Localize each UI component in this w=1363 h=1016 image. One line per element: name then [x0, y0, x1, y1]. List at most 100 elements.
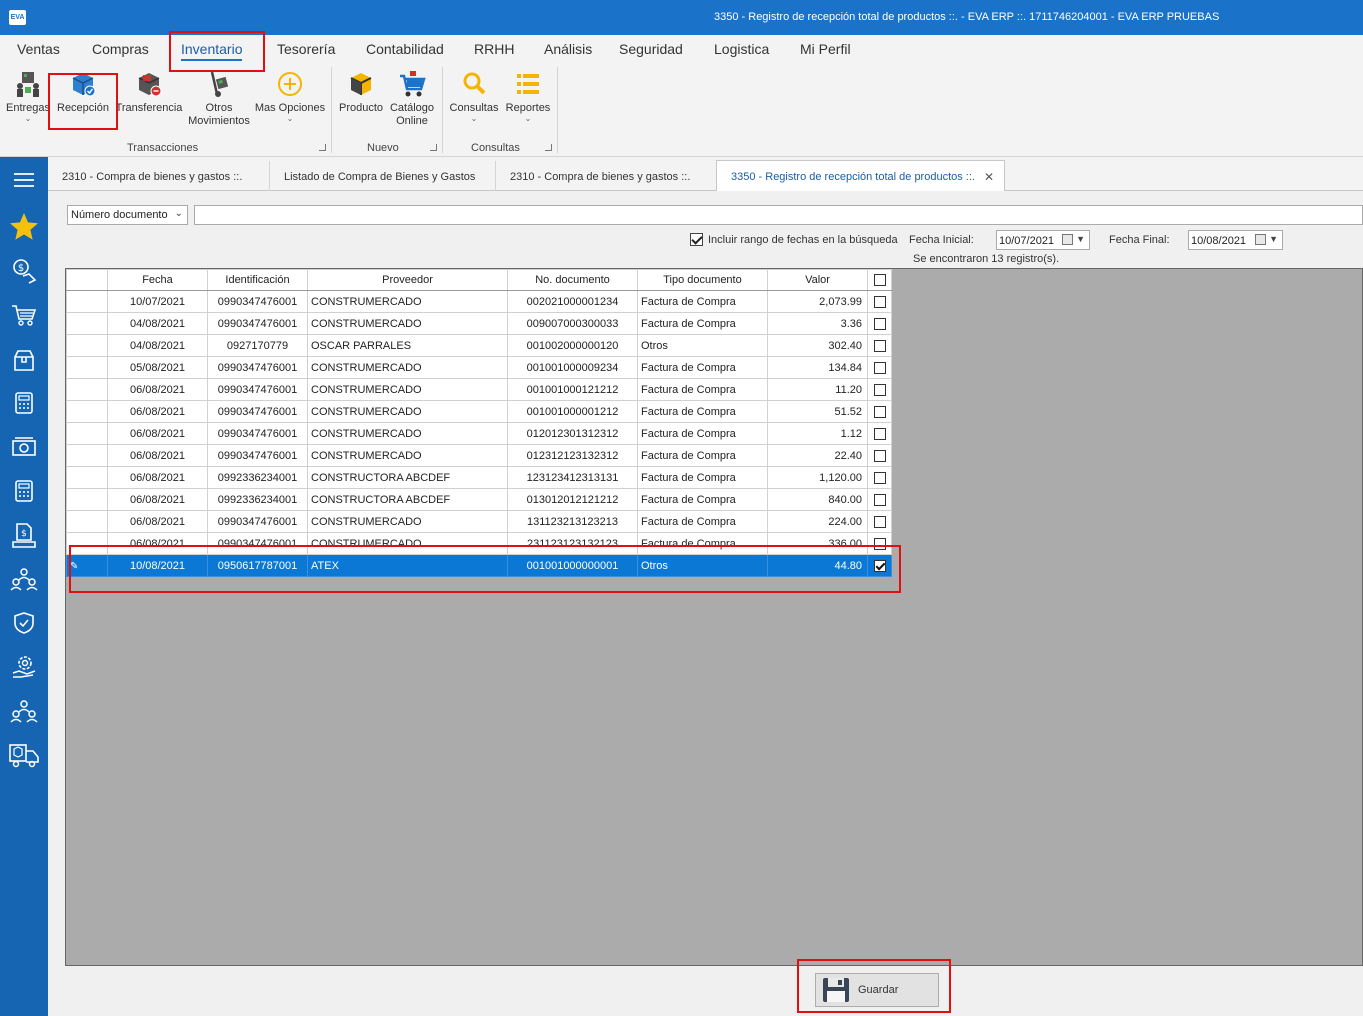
row-checkbox[interactable]: [873, 317, 886, 330]
cell-tipo-documento: Factura de Compra: [637, 378, 768, 401]
search-field-select[interactable]: Número documento ⌄: [67, 205, 188, 225]
sidebar-item-seguridad[interactable]: [0, 605, 48, 641]
group-label-transacciones: Transacciones: [127, 142, 199, 154]
row-checkbox[interactable]: [873, 449, 886, 462]
column-header-select-all[interactable]: [867, 269, 892, 291]
sidebar-item-caja[interactable]: [0, 429, 48, 465]
cell-identificacion: 0990347476001: [207, 290, 308, 313]
mas-opciones-button[interactable]: Mas Opciones ⌄: [254, 69, 326, 123]
fecha-final-picker[interactable]: 10/08/2021 ▼: [1188, 230, 1283, 250]
menu-tesoreria[interactable]: Tesorería: [277, 41, 335, 57]
sidebar-item-ventas[interactable]: $: [0, 253, 48, 289]
tab-registro-recepcion[interactable]: 3350 - Registro de recepción total de pr…: [716, 160, 1005, 192]
reportes-button[interactable]: Reportes ⌄: [502, 69, 554, 123]
hamburger-menu-button[interactable]: [0, 162, 48, 198]
include-date-range-checkbox[interactable]: [690, 233, 703, 246]
row-checkbox[interactable]: [873, 493, 886, 506]
row-checkbox[interactable]: [873, 515, 886, 528]
transferencia-button[interactable]: Transferencia: [115, 69, 183, 115]
cell-identificacion: 0990347476001: [207, 510, 308, 533]
column-header-identificacion[interactable]: Identificación: [207, 269, 308, 291]
column-header-valor[interactable]: Valor: [767, 269, 868, 291]
row-checkbox[interactable]: [873, 339, 886, 352]
column-header-tipo-documento[interactable]: Tipo documento: [637, 269, 768, 291]
sidebar-item-organizacion[interactable]: [0, 693, 48, 729]
row-checkbox[interactable]: [873, 383, 886, 396]
cell-no-documento: 002021000001234: [507, 290, 638, 313]
table-row[interactable]: 05/08/2021 0990347476001 CONSTRUMERCADO 001…: [66, 356, 892, 379]
row-checkbox[interactable]: [873, 295, 886, 308]
table-row[interactable]: 06/08/2021 0992336234001 CONSTRUCTORA ABCD…: [66, 488, 892, 511]
entregas-button[interactable]: Entregas ⌄: [4, 69, 52, 123]
cell-fecha: 06/08/2021: [107, 400, 208, 423]
column-header-fecha[interactable]: Fecha: [107, 269, 208, 291]
menu-logistica[interactable]: Logistica: [714, 41, 769, 57]
cell-tipo-documento: Otros: [637, 334, 768, 357]
producto-button[interactable]: Producto: [336, 69, 386, 115]
table-row[interactable]: 06/08/2021 0990347476001 CONSTRUMERCADO 012…: [66, 444, 892, 467]
row-checkbox[interactable]: [873, 471, 886, 484]
ribbon: Entregas ⌄ Recepción Transferencia Otros…: [0, 65, 1363, 157]
table-row[interactable]: 06/08/2021 0990347476001 CONSTRUMERCADO 001…: [66, 378, 892, 401]
tab-compra-bienes-2[interactable]: 2310 - Compra de bienes y gastos ::.: [496, 161, 718, 191]
column-header-no-documento[interactable]: No. documento: [507, 269, 638, 291]
group-launcher-icon[interactable]: [319, 144, 326, 151]
table-row[interactable]: 04/08/2021 0990347476001 CONSTRUMERCADO 009…: [66, 312, 892, 335]
column-header-proveedor[interactable]: Proveedor: [307, 269, 508, 291]
table-row[interactable]: 06/08/2021 0990347476001 CONSTRUMERCADO 131…: [66, 510, 892, 533]
group-launcher-icon[interactable]: [545, 144, 552, 151]
chevron-down-icon: ⌄: [286, 114, 294, 123]
menu-rrhh[interactable]: RRHH: [474, 41, 514, 57]
search-input[interactable]: [194, 205, 1363, 225]
table-row[interactable]: 06/08/2021 0990347476001 CONSTRUMERCADO 231…: [66, 532, 892, 555]
table-row[interactable]: 10/07/2021 0990347476001 CONSTRUMERCADO 002…: [66, 290, 892, 313]
cell-identificacion: 0990347476001: [207, 532, 308, 555]
menu-compras[interactable]: Compras: [92, 41, 149, 57]
cell-tipo-documento: Factura de Compra: [637, 488, 768, 511]
otros-movimientos-button[interactable]: Otros Movimientos: [186, 69, 252, 128]
sidebar-item-rrhh[interactable]: [0, 561, 48, 597]
row-checkbox[interactable]: [873, 537, 886, 550]
close-icon[interactable]: ✕: [984, 170, 994, 184]
row-checkbox[interactable]: [873, 427, 886, 440]
menu-analisis[interactable]: Análisis: [544, 41, 592, 57]
sidebar-item-nomina[interactable]: $: [0, 517, 48, 553]
cell-tipo-documento: Factura de Compra: [637, 510, 768, 533]
row-indicator: [66, 378, 108, 401]
sidebar-item-contabilidad[interactable]: [0, 473, 48, 509]
select-all-checkbox[interactable]: [873, 274, 886, 287]
group-launcher-icon[interactable]: [430, 144, 437, 151]
fecha-final-label: Fecha Final:: [1109, 234, 1170, 246]
shield-icon: [14, 612, 34, 634]
table-row[interactable]: 04/08/2021 0927170779 OSCAR PARRALES 001002…: [66, 334, 892, 357]
tab-compra-bienes-1[interactable]: 2310 - Compra de bienes y gastos ::.: [48, 161, 270, 191]
sidebar-item-favoritos[interactable]: [0, 209, 48, 245]
cell-proveedor: CONSTRUMERCADO: [307, 312, 508, 335]
sidebar-item-compras[interactable]: [0, 297, 48, 333]
row-checkbox[interactable]: [873, 361, 886, 374]
consultas-button[interactable]: Consultas ⌄: [448, 69, 500, 123]
row-checkbox[interactable]: [873, 559, 886, 572]
save-button[interactable]: Guardar: [815, 973, 939, 1007]
row-checkbox[interactable]: [873, 405, 886, 418]
fecha-inicial-picker[interactable]: 10/07/2021 ▼: [996, 230, 1090, 250]
table-row[interactable]: ✎ 10/08/2021 0950617787001 ATEX 001001000000…: [66, 554, 892, 577]
tab-listado-compra[interactable]: Listado de Compra de Bienes y Gastos: [270, 161, 496, 191]
menu-inventario[interactable]: Inventario: [181, 41, 243, 61]
menu-seguridad[interactable]: Seguridad: [619, 41, 683, 57]
sidebar-item-configuracion[interactable]: [0, 649, 48, 685]
menu-mi-perfil[interactable]: Mi Perfil: [800, 41, 851, 57]
catalogo-online-button[interactable]: Catálogo Online: [388, 69, 436, 128]
cell-select: [867, 290, 892, 313]
table-row[interactable]: 06/08/2021 0990347476001 CONSTRUMERCADO 001…: [66, 400, 892, 423]
table-row[interactable]: 06/08/2021 0990347476001 CONSTRUMERCADO 012…: [66, 422, 892, 445]
sidebar-item-tesoreria[interactable]: [0, 385, 48, 421]
sidebar-item-logistica[interactable]: [0, 737, 48, 773]
sidebar-item-inventario[interactable]: [0, 342, 48, 378]
recepcion-button[interactable]: Recepción: [54, 69, 112, 115]
cell-select: [867, 400, 892, 423]
menu-ventas[interactable]: Ventas: [17, 41, 60, 57]
menu-contabilidad[interactable]: Contabilidad: [366, 41, 444, 57]
table-row[interactable]: 06/08/2021 0992336234001 CONSTRUCTORA ABCD…: [66, 466, 892, 489]
plus-circle-icon: [278, 72, 302, 96]
